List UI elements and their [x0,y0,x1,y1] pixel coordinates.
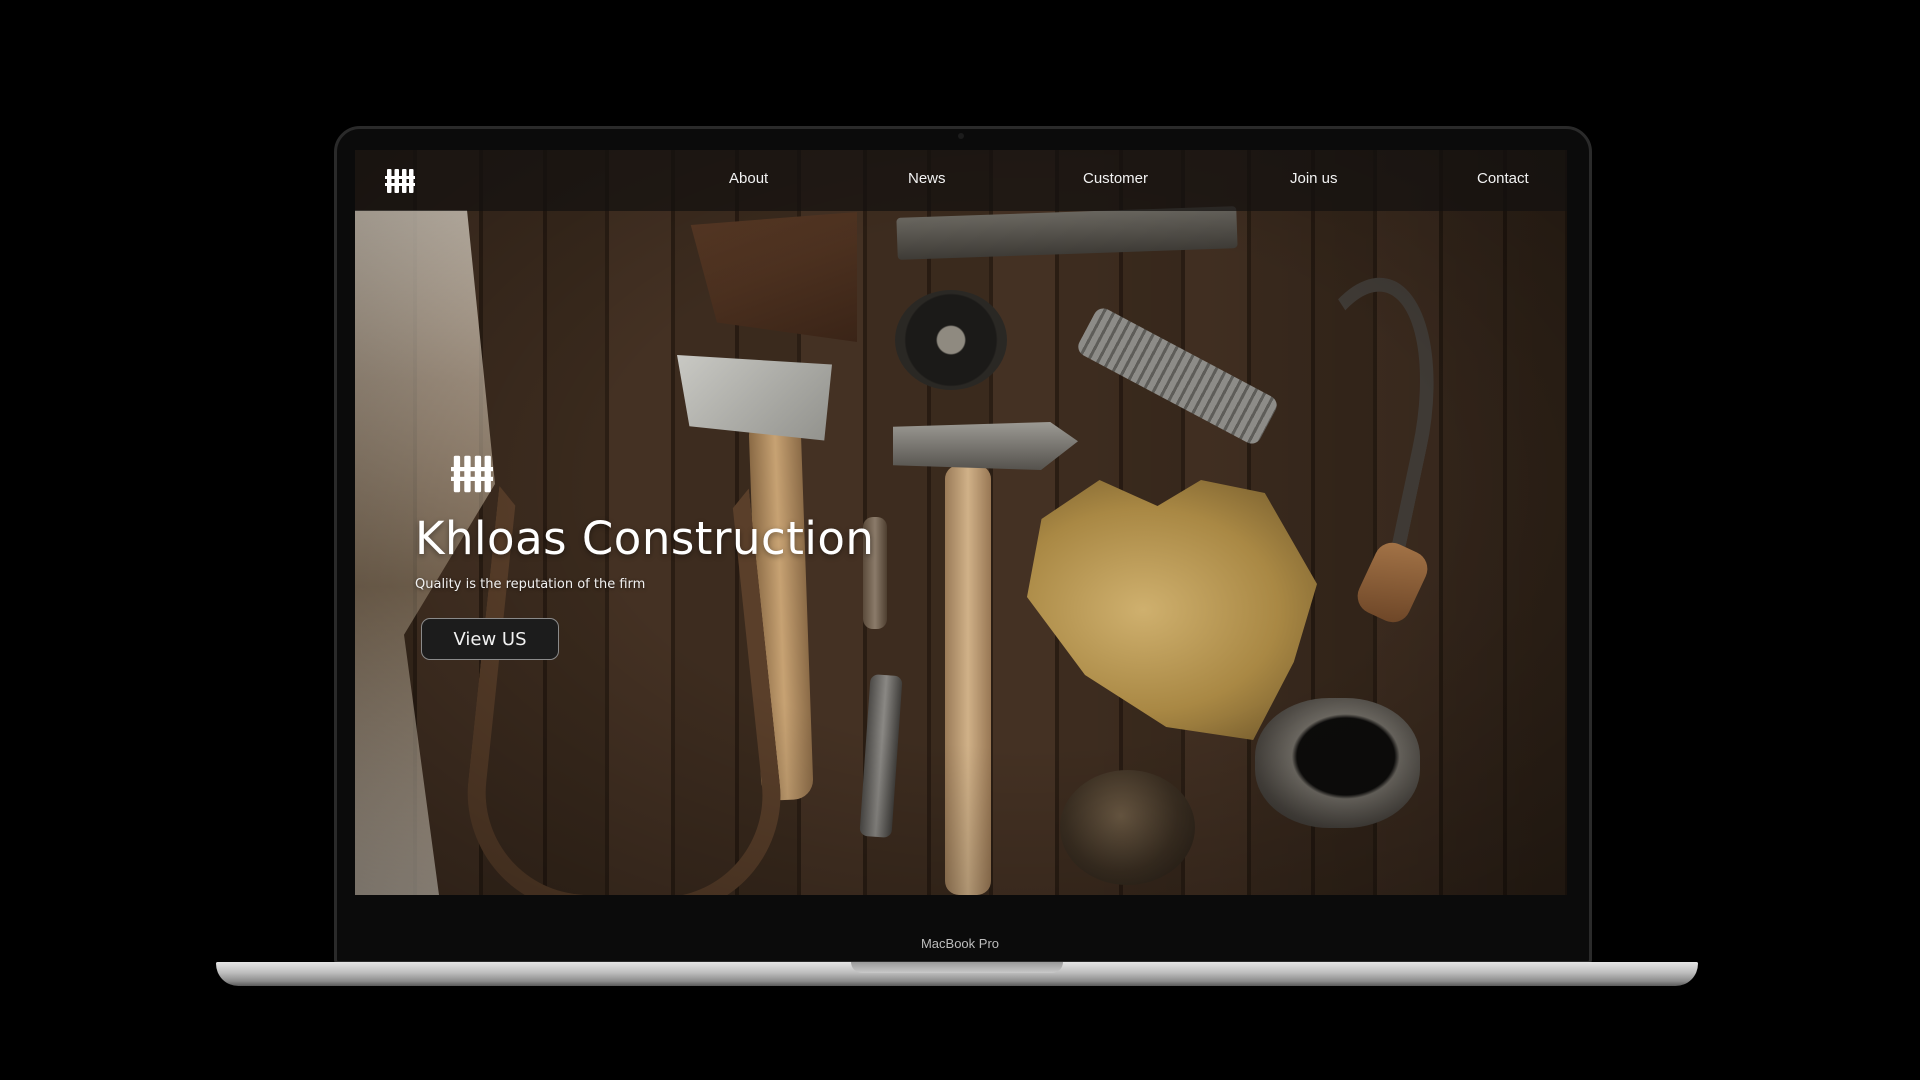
nav-about[interactable]: About [729,170,768,187]
axe-sheath-image [690,212,857,342]
work-gloves-image [1027,480,1317,740]
nav-customer[interactable]: Customer [1083,170,1148,187]
view-us-button[interactable]: View US [421,618,559,660]
hammer-head-image [893,422,1078,470]
tape-measure-image [895,290,1007,390]
laptop-notch [851,962,1063,973]
brass-bell-image [1060,770,1195,885]
flashlight-image [1074,304,1281,448]
nav-news[interactable]: News [908,170,946,187]
hero-bars-logo-icon [451,454,493,494]
nav-join-us[interactable]: Join us [1290,170,1338,187]
box-cutter-image [859,674,903,838]
hero-title: Khloas Construction [415,512,875,565]
website-screen: About News Customer Join us Contact Khlo… [355,150,1567,895]
device-label: MacBook Pro [920,936,1000,951]
metal-pitcher-image [1255,698,1420,828]
nav-contact[interactable]: Contact [1477,170,1529,187]
camera-icon [958,133,964,139]
bars-logo-icon[interactable] [385,168,415,194]
old-hammer-image [896,206,1238,260]
hammer-handle-image [945,465,991,895]
mockup-stage: About News Customer Join us Contact Khlo… [0,0,1920,1080]
site-header: About News Customer Join us Contact [355,150,1567,211]
hero-subtitle: Quality is the reputation of the firm [415,577,646,592]
